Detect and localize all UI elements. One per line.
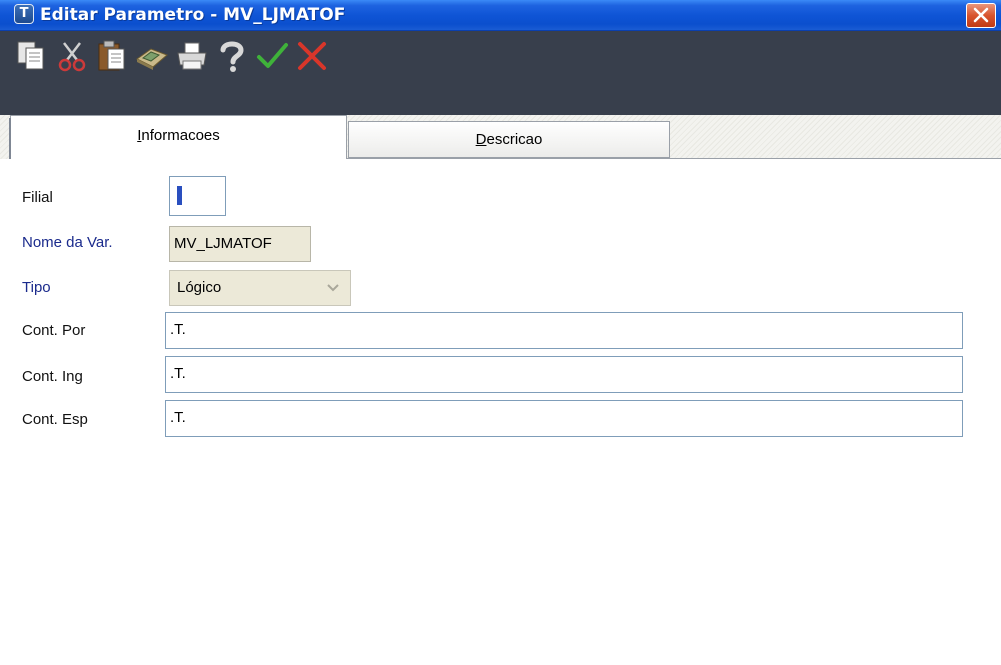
cont-ing-value: .T. — [170, 365, 186, 382]
tipo-value: Lógico — [177, 279, 222, 296]
paste-button[interactable] — [92, 31, 132, 115]
copy-icon — [17, 41, 44, 70]
help-icon — [220, 41, 244, 72]
tipo-label: Tipo — [22, 279, 51, 296]
right-edge — [992, 159, 1001, 665]
title-bar[interactable]: T Editar Parametro - MV_LJMATOF — [0, 0, 1001, 31]
cont-por-label: Cont. Por — [22, 322, 86, 339]
nome-da-var-field: MV_LJMATOF — [169, 226, 311, 262]
calculator-button[interactable] — [132, 31, 172, 115]
tab-descricao[interactable]: Descricao — [348, 121, 670, 158]
nome-da-var-label: Nome da Var. — [22, 234, 113, 251]
close-icon — [973, 7, 989, 23]
tab-informacoes[interactable]: Informacoes — [10, 115, 347, 159]
text-cursor — [177, 186, 182, 205]
cont-esp-label: Cont. Esp — [22, 411, 88, 428]
cancel-icon — [298, 42, 326, 70]
app-icon: T — [14, 4, 34, 24]
cut-button[interactable] — [52, 31, 92, 115]
filial-input[interactable] — [169, 176, 226, 216]
paste-icon — [98, 40, 125, 71]
toolbar — [0, 31, 1001, 115]
cont-ing-label: Cont. Ing — [22, 368, 83, 385]
filial-label: Filial — [22, 189, 53, 206]
print-button[interactable] — [172, 31, 212, 115]
cont-ing-input[interactable]: .T. — [165, 356, 963, 393]
cont-por-input[interactable]: .T. — [165, 312, 963, 349]
cut-icon — [58, 42, 86, 72]
tab-strip: Informacoes Descricao — [0, 115, 1001, 159]
help-button[interactable] — [212, 31, 252, 115]
tab-descricao-mnemonic: D — [475, 131, 487, 148]
window-title: Editar Parametro - MV_LJMATOF — [40, 5, 346, 25]
calculator-icon — [136, 48, 168, 70]
tipo-select[interactable]: Lógico — [169, 270, 351, 306]
app-icon-glyph: T — [19, 6, 29, 21]
tab-descricao-label: escricao — [486, 131, 543, 148]
copy-button[interactable] — [12, 31, 52, 115]
chevron-down-icon — [327, 284, 339, 292]
confirm-icon — [257, 43, 288, 68]
nome-da-var-value: MV_LJMATOF — [174, 235, 272, 252]
tab-informacoes-label: nformacoes — [141, 127, 220, 144]
edit-parameter-dialog: T Editar Parametro - MV_LJMATOF Informac… — [0, 0, 1001, 665]
cont-esp-value: .T. — [170, 409, 186, 426]
cont-esp-input[interactable]: .T. — [165, 400, 963, 437]
close-button[interactable] — [966, 3, 996, 28]
confirm-button[interactable] — [252, 31, 292, 115]
cont-por-value: .T. — [170, 321, 186, 338]
form-panel: Filial Nome da Var. MV_LJMATOF Tipo Lógi… — [0, 159, 1001, 665]
tipo-dropdown-button[interactable] — [317, 272, 349, 304]
print-icon — [177, 42, 207, 70]
cancel-button[interactable] — [292, 31, 332, 115]
